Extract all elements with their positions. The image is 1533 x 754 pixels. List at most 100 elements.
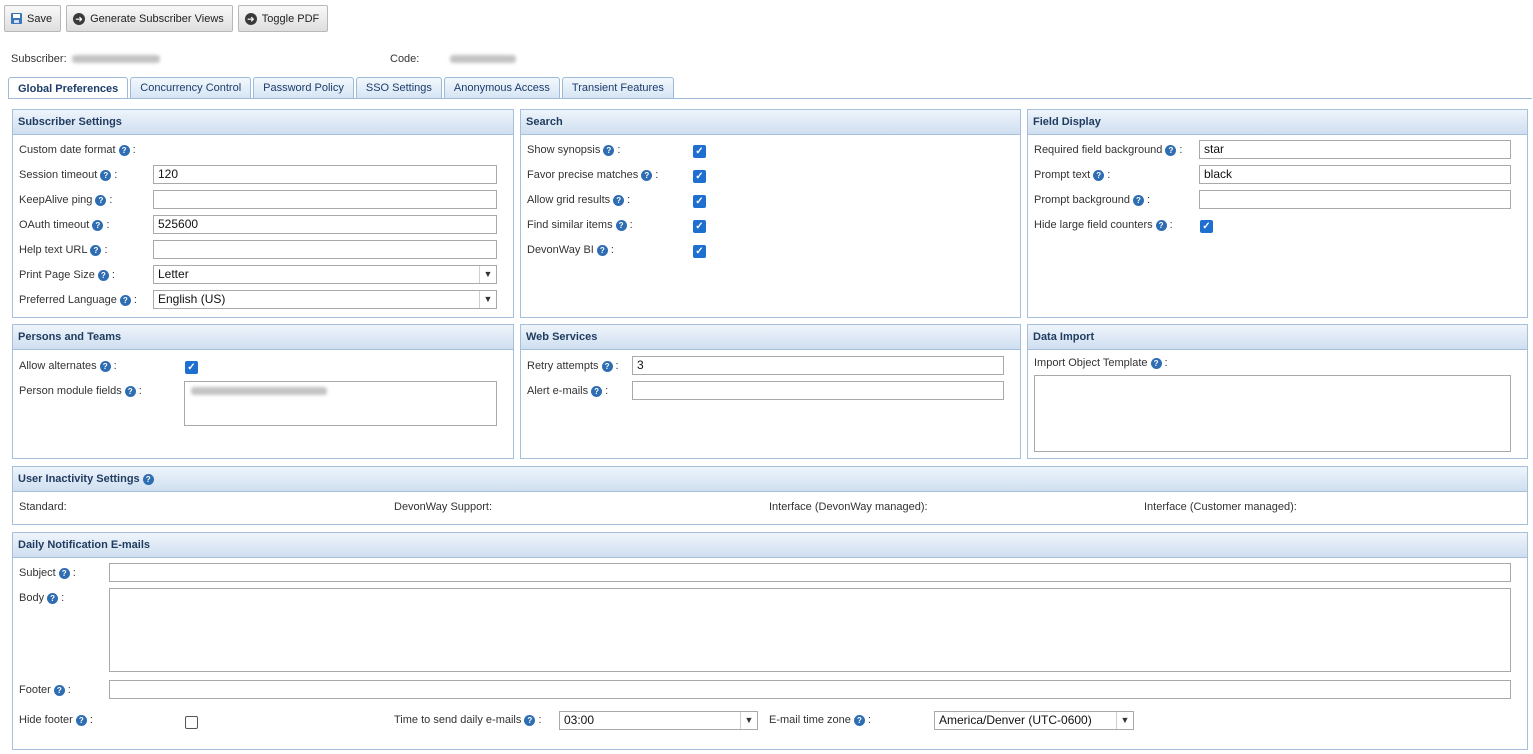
help-icon[interactable]: ? bbox=[1150, 357, 1162, 369]
help-icon[interactable]: ? bbox=[1093, 169, 1105, 181]
generate-subscriber-views-button[interactable]: ➜ Generate Subscriber Views bbox=[66, 5, 233, 32]
help-icon[interactable]: ? bbox=[591, 385, 603, 397]
allow-grid-checkbox[interactable]: ✓ bbox=[693, 195, 706, 208]
allow-alternates-checkbox[interactable]: ✓ bbox=[185, 361, 198, 374]
tab-transient-features[interactable]: Transient Features bbox=[561, 77, 674, 98]
required-bg-input[interactable]: star bbox=[1199, 140, 1511, 159]
preferred-language-select[interactable]: English (US) ▼ bbox=[153, 290, 497, 309]
subject-input[interactable] bbox=[109, 563, 1511, 582]
alert-emails-input[interactable] bbox=[632, 381, 1004, 400]
help-icon[interactable]: ? bbox=[75, 714, 87, 726]
tab-sso-settings[interactable]: SSO Settings bbox=[355, 77, 442, 98]
toolbar: Save ➜ Generate Subscriber Views ➜ Toggl… bbox=[4, 5, 329, 32]
help-icon[interactable]: ? bbox=[124, 385, 136, 397]
favor-precise-checkbox[interactable]: ✓ bbox=[693, 170, 706, 183]
help-icon[interactable]: ? bbox=[641, 169, 653, 181]
favor-precise-label: Favor precise matches?: bbox=[527, 169, 659, 181]
person-module-fields-textarea[interactable] bbox=[184, 381, 497, 426]
tab-bar: Global Preferences Concurrency Control P… bbox=[8, 77, 674, 99]
help-text-url-input[interactable] bbox=[153, 240, 497, 259]
oauth-timeout-input[interactable]: 525600 bbox=[153, 215, 497, 234]
required-bg-label: Required field background?: bbox=[1034, 144, 1183, 156]
tab-anonymous-access[interactable]: Anonymous Access bbox=[443, 77, 560, 98]
label-text: Custom date format bbox=[19, 144, 116, 156]
select-value: 03:00 bbox=[564, 713, 595, 727]
tab-global-preferences[interactable]: Global Preferences bbox=[8, 77, 129, 99]
import-template-label: Import Object Template?: bbox=[1034, 357, 1168, 369]
panel-title-row: User Inactivity Settings? bbox=[13, 467, 1527, 492]
help-icon[interactable]: ? bbox=[97, 269, 109, 281]
subscriber-row: Subscriber: bbox=[11, 53, 160, 65]
help-icon[interactable]: ? bbox=[853, 714, 865, 726]
help-icon[interactable]: ? bbox=[90, 244, 102, 256]
tab-concurrency-control[interactable]: Concurrency Control bbox=[130, 77, 252, 98]
help-icon[interactable]: ? bbox=[100, 169, 112, 181]
help-icon[interactable]: ? bbox=[92, 219, 104, 231]
person-module-fields-label: Person module fields?: bbox=[19, 385, 142, 397]
help-icon[interactable]: ? bbox=[1165, 144, 1177, 156]
hide-counters-checkbox[interactable]: ✓ bbox=[1200, 220, 1213, 233]
help-icon[interactable]: ? bbox=[118, 144, 130, 156]
help-icon[interactable]: ? bbox=[119, 294, 131, 306]
label-text: Alert e-mails bbox=[527, 385, 589, 397]
save-button-label: Save bbox=[27, 12, 53, 25]
body-label: Body?: bbox=[19, 592, 65, 604]
chevron-down-icon: ▼ bbox=[1116, 712, 1133, 729]
label-text: Footer bbox=[19, 684, 51, 696]
help-icon[interactable]: ? bbox=[601, 360, 613, 372]
help-icon[interactable]: ? bbox=[47, 592, 59, 604]
footer-input[interactable] bbox=[109, 680, 1511, 699]
help-icon[interactable]: ? bbox=[596, 244, 608, 256]
help-icon[interactable]: ? bbox=[58, 567, 70, 579]
find-similar-checkbox[interactable]: ✓ bbox=[693, 220, 706, 233]
chevron-down-icon: ▼ bbox=[740, 712, 757, 729]
tab-password-policy[interactable]: Password Policy bbox=[253, 77, 354, 98]
email-time-zone-select[interactable]: America/Denver (UTC-0600) ▼ bbox=[934, 711, 1134, 730]
prompt-bg-input[interactable] bbox=[1199, 190, 1511, 209]
show-synopsis-checkbox[interactable]: ✓ bbox=[693, 145, 706, 158]
panel-title: User Inactivity Settings bbox=[18, 473, 140, 485]
help-icon[interactable]: ? bbox=[53, 684, 65, 696]
standard-label: Standard: bbox=[19, 501, 67, 513]
prompt-text-input[interactable]: black bbox=[1199, 165, 1511, 184]
help-icon[interactable]: ? bbox=[603, 144, 615, 156]
import-template-textarea[interactable] bbox=[1034, 375, 1511, 452]
subscriber-label: Subscriber: bbox=[11, 53, 67, 65]
help-icon[interactable]: ? bbox=[613, 194, 625, 206]
toggle-pdf-button[interactable]: ➜ Toggle PDF bbox=[237, 5, 329, 32]
save-button[interactable]: Save bbox=[4, 5, 62, 32]
retry-attempts-label: Retry attempts?: bbox=[527, 360, 619, 372]
help-icon[interactable]: ? bbox=[615, 219, 627, 231]
label-text: Subject bbox=[19, 567, 56, 579]
body-textarea[interactable] bbox=[109, 588, 1511, 672]
help-icon[interactable]: ? bbox=[99, 360, 111, 372]
label-text: Hide footer bbox=[19, 714, 73, 726]
hide-footer-checkbox[interactable]: ✓ bbox=[185, 716, 198, 729]
label-text: Person module fields bbox=[19, 385, 122, 397]
help-icon[interactable]: ? bbox=[1133, 194, 1144, 206]
print-page-size-select[interactable]: Letter ▼ bbox=[153, 265, 497, 284]
user-inactivity-panel: User Inactivity Settings? bbox=[12, 466, 1528, 525]
help-icon[interactable]: ? bbox=[524, 714, 536, 726]
label-text: Session timeout bbox=[19, 169, 98, 181]
allow-alternates-label: Allow alternates?: bbox=[19, 360, 117, 372]
label-text: Favor precise matches bbox=[527, 169, 639, 181]
preferred-language-label: Preferred Language?: bbox=[19, 294, 137, 306]
label-text: Find similar items bbox=[527, 219, 613, 231]
label-text: Time to send daily e-mails bbox=[394, 714, 522, 726]
label-text: KeepAlive ping bbox=[19, 194, 93, 206]
help-icon[interactable]: ? bbox=[142, 473, 154, 485]
help-icon[interactable]: ? bbox=[1155, 219, 1167, 231]
toggle-pdf-label: Toggle PDF bbox=[261, 12, 320, 25]
retry-attempts-input[interactable]: 3 bbox=[632, 356, 1004, 375]
devonway-support-label: DevonWay Support: bbox=[394, 501, 493, 513]
help-icon[interactable]: ? bbox=[95, 194, 107, 206]
select-value: Letter bbox=[158, 267, 189, 281]
session-timeout-input[interactable]: 120 bbox=[153, 165, 497, 184]
time-to-send-select[interactable]: 03:00 ▼ bbox=[559, 711, 758, 730]
keepalive-ping-input[interactable] bbox=[153, 190, 497, 209]
label-text: OAuth timeout bbox=[19, 219, 90, 231]
devonway-bi-checkbox[interactable]: ✓ bbox=[693, 245, 706, 258]
select-value: English (US) bbox=[158, 292, 226, 306]
label-text: Retry attempts bbox=[527, 360, 599, 372]
